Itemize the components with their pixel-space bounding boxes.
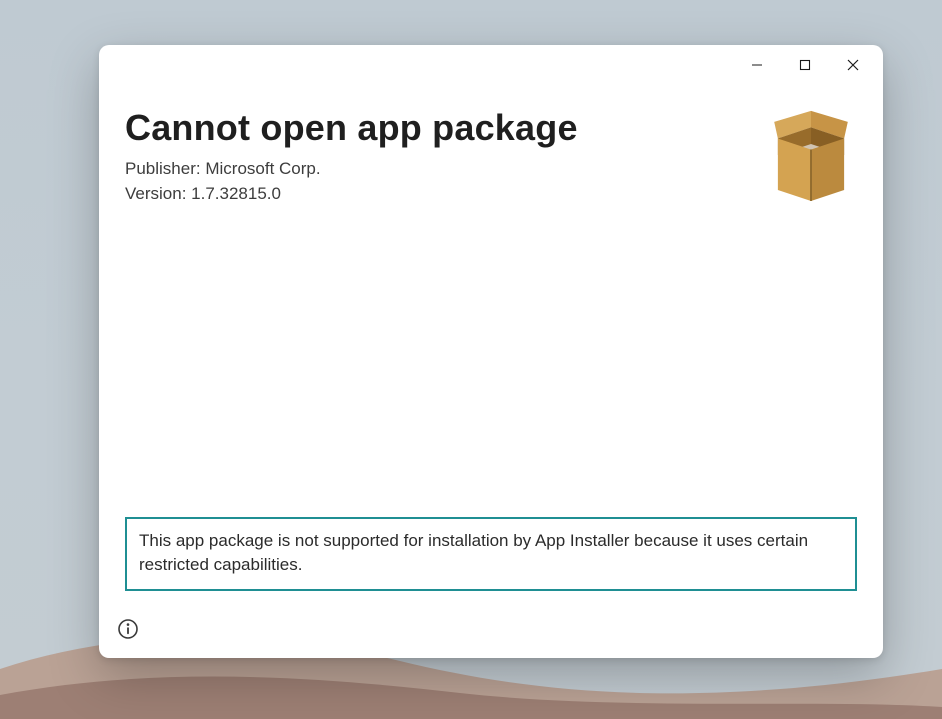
minimize-button[interactable] [733, 48, 781, 82]
app-installer-dialog: Cannot open app package Publisher: Micro… [99, 45, 883, 658]
window-titlebar [99, 45, 883, 85]
close-button[interactable] [829, 48, 877, 82]
error-message-box: This app package is not supported for in… [125, 517, 857, 591]
info-icon [117, 618, 139, 640]
package-box-icon [765, 107, 857, 203]
info-button[interactable] [117, 618, 139, 640]
dialog-content: Cannot open app package Publisher: Micro… [99, 85, 883, 658]
version-value: 1.7.32815.0 [191, 184, 281, 203]
version-label: Version: [125, 184, 186, 203]
maximize-icon [799, 59, 811, 71]
error-message-text: This app package is not supported for in… [139, 529, 843, 577]
publisher-label: Publisher: [125, 159, 201, 178]
publisher-value: Microsoft Corp. [205, 159, 320, 178]
close-icon [847, 59, 859, 71]
publisher-line: Publisher: Microsoft Corp. [125, 157, 857, 182]
maximize-button[interactable] [781, 48, 829, 82]
minimize-icon [751, 59, 763, 71]
dialog-title: Cannot open app package [125, 107, 857, 149]
version-line: Version: 1.7.32815.0 [125, 182, 857, 207]
